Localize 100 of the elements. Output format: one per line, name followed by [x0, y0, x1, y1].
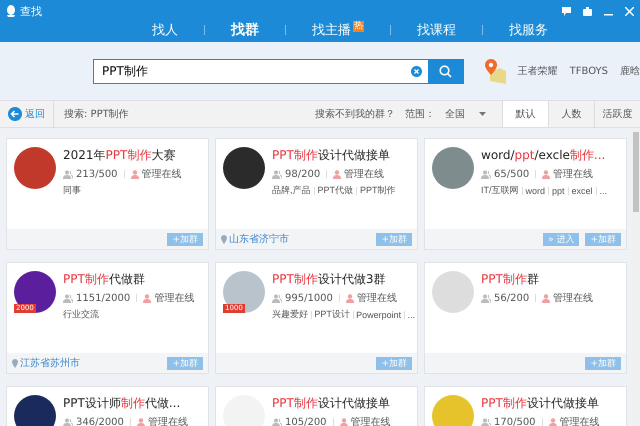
hot-badge: 热	[353, 21, 364, 32]
member-count: 98/200	[285, 168, 320, 180]
search-field[interactable]: PPT制作	[93, 58, 428, 84]
members-icon	[481, 418, 491, 426]
hot-search-link[interactable]: 王者荣耀	[518, 64, 558, 78]
admin-status: 管理在线	[356, 292, 397, 305]
group-title[interactable]: 2021年PPT制作大赛	[63, 147, 182, 164]
member-count: 213/500	[76, 168, 118, 180]
feedback-icon[interactable]	[562, 6, 571, 16]
group-location: 山东省济宁市	[229, 232, 289, 246]
group-title[interactable]: PPT制作设计代做接单	[272, 147, 396, 164]
member-count: 105/200	[285, 416, 327, 426]
sort-tab[interactable]: 默认	[502, 101, 548, 127]
group-card[interactable]: PPT制作设计代做接单 170/500 管理在线	[424, 386, 627, 426]
range-label: 范围：	[405, 108, 435, 121]
admin-icon	[346, 294, 354, 302]
admin-icon	[130, 170, 139, 178]
admin-status: 管理在线	[344, 168, 384, 181]
group-tag: 同事	[63, 184, 81, 197]
admin-icon	[136, 418, 145, 426]
group-card[interactable]: PPT制作设计代做接单 105/200 管理在线	[215, 386, 418, 426]
group-tag: 行业交流	[63, 308, 99, 321]
group-tag: 兴趣爱好	[272, 308, 308, 321]
nav-tab[interactable]: 找主播 热	[286, 21, 390, 39]
member-count: 170/500	[494, 416, 536, 426]
group-tag: IT/互联网	[481, 184, 518, 197]
group-title[interactable]: PPT制作设计代做接单	[481, 395, 600, 412]
group-tag: PPT代做	[318, 184, 354, 197]
admin-status: 管理在线	[142, 168, 182, 181]
member-count: 56/200	[494, 292, 530, 304]
members-icon	[272, 294, 282, 302]
not-found-link[interactable]: 搜索不到我的群？	[315, 107, 395, 121]
scrollbar[interactable]	[632, 128, 640, 426]
range-dropdown[interactable]: 全国	[445, 107, 492, 121]
group-title[interactable]: word/ppt/excle制作...	[481, 147, 608, 164]
group-tag: ppt	[552, 186, 565, 196]
clear-icon[interactable]	[411, 66, 422, 76]
nav-tab[interactable]: 找课程	[391, 21, 482, 39]
group-card[interactable]: PPT制作群 56/200 管理在线 +加群	[424, 262, 627, 374]
search-button[interactable]	[428, 58, 464, 84]
member-count: 346/2000	[76, 416, 124, 426]
group-title[interactable]: PPT制作群	[481, 271, 594, 288]
group-tag: ...	[600, 186, 608, 196]
back-arrow-icon	[8, 107, 22, 121]
close-icon[interactable]	[625, 6, 634, 16]
nav-tab[interactable]: 找人	[126, 21, 204, 39]
group-tag: PPT设计	[314, 308, 350, 321]
members-icon	[272, 170, 282, 178]
member-count: 995/1000	[285, 292, 333, 304]
member-count: 65/500	[494, 168, 530, 180]
location-pin-icon	[221, 234, 227, 244]
nav-tab[interactable]: 找服务	[483, 21, 574, 39]
group-title[interactable]: PPT制作设计代做3群	[272, 271, 415, 288]
group-card[interactable]: word/ppt/excle制作... 65/500 管理在线 IT/互联网 word ppt excel ... » 进入 +加群	[424, 138, 627, 250]
group-card[interactable]: PPT制作设计代做接单 98/200 管理在线 品牌,产品 PPT代做 PPT制作 山东省济宁市 +加群	[215, 138, 418, 250]
window-title: 查找	[20, 4, 42, 18]
group-card[interactable]: PPT设计师制作代做... 346/2000 管理在线	[6, 386, 209, 426]
group-tag: PPT制作	[360, 184, 396, 197]
admin-icon	[340, 418, 348, 426]
search-icon	[439, 64, 452, 78]
group-tag: word	[526, 186, 546, 196]
group-card[interactable]: 2021年PPT制作大赛 213/500 管理在线 同事 +加群	[6, 138, 209, 250]
admin-icon	[542, 170, 550, 178]
group-title[interactable]: PPT制作代做群	[63, 271, 194, 288]
search-query-text: 搜索: PPT制作	[64, 108, 129, 121]
members-icon	[63, 170, 73, 178]
group-tag: ...	[407, 310, 415, 320]
group-avatar-photo	[432, 147, 474, 189]
member-count: 1151/2000	[76, 292, 130, 304]
admin-status: 管理在线	[350, 416, 391, 426]
group-tag: 品牌,产品	[272, 184, 311, 197]
hot-search-link[interactable]: TFBOYS	[570, 66, 608, 76]
admin-status: 管理在线	[560, 416, 600, 426]
group-location: 江苏省苏州市	[20, 356, 80, 370]
group-avatar-photo	[223, 147, 265, 189]
location-pin-icon	[12, 358, 18, 368]
admin-icon	[333, 170, 342, 178]
group-avatar-photo	[14, 147, 56, 189]
map-pin-icon[interactable]	[484, 58, 506, 84]
admin-icon	[548, 418, 557, 426]
admin-icon	[143, 294, 152, 302]
group-tag: excel	[572, 186, 593, 196]
members-icon	[63, 418, 73, 426]
members-icon	[481, 294, 491, 302]
members-icon	[63, 294, 73, 302]
members-icon	[481, 170, 491, 178]
caret-icon	[479, 112, 486, 116]
admin-status: 管理在线	[154, 292, 194, 305]
group-tag: Powerpoint	[356, 310, 402, 320]
group-title[interactable]: PPT设计师制作代做...	[63, 395, 188, 412]
admin-icon	[542, 294, 550, 302]
group-avatar-photo	[14, 395, 56, 426]
members-icon	[272, 418, 282, 426]
admin-status: 管理在线	[553, 292, 594, 305]
hot-search-link[interactable]: 鹿晗	[620, 64, 640, 78]
group-avatar-photo	[432, 395, 474, 426]
admin-status: 管理在线	[148, 416, 188, 426]
admin-status: 管理在线	[553, 168, 594, 181]
group-avatar-photo	[432, 271, 474, 313]
group-title[interactable]: PPT制作设计代做接单	[272, 395, 391, 412]
